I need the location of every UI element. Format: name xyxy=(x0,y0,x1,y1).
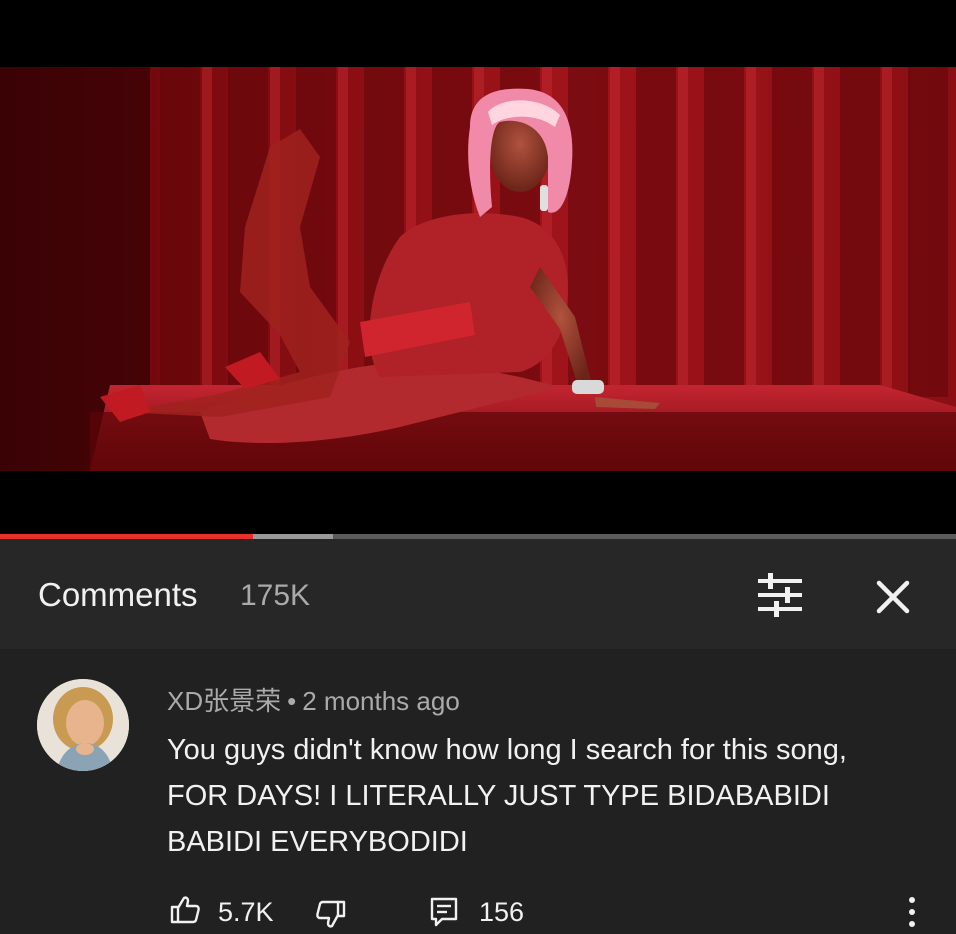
comments-title: Comments xyxy=(38,576,198,613)
comment-actions: 5.7K 156 xyxy=(0,889,956,933)
reply-button[interactable] xyxy=(430,897,458,927)
like-button[interactable] xyxy=(170,895,200,925)
avatar-image xyxy=(37,679,129,771)
thumbs-down-icon xyxy=(316,900,346,928)
close-button[interactable] xyxy=(866,570,920,624)
more-vert-icon xyxy=(909,897,915,927)
more-options-button[interactable] xyxy=(902,895,922,929)
reply-icon xyxy=(430,897,458,927)
dislike-button[interactable] xyxy=(316,899,346,929)
comment-time: 2 months ago xyxy=(302,686,460,716)
avatar[interactable] xyxy=(37,679,129,771)
video-frame[interactable] xyxy=(0,67,956,471)
comments-count: 175K xyxy=(240,579,311,612)
comment-meta: XD张景荣 • 2 months ago xyxy=(167,681,460,718)
meta-separator: • xyxy=(287,686,297,716)
comment-author[interactable]: XD张景荣 xyxy=(167,686,281,716)
like-count: 5.7K xyxy=(218,897,274,927)
sort-filter-icon xyxy=(758,573,802,617)
reply-count: 156 xyxy=(479,897,525,927)
close-icon xyxy=(876,580,910,614)
comments-list: XD张景荣 • 2 months ago You guys didn't know … xyxy=(0,649,956,934)
video-player[interactable] xyxy=(0,0,956,534)
video-thumbnail-image xyxy=(0,67,956,471)
sort-filter-button[interactable] xyxy=(752,570,808,620)
comment-text: You guys didn't know how long I search f… xyxy=(167,734,847,858)
thumbs-up-icon xyxy=(170,896,200,924)
comments-header: Comments 175K xyxy=(0,539,956,649)
